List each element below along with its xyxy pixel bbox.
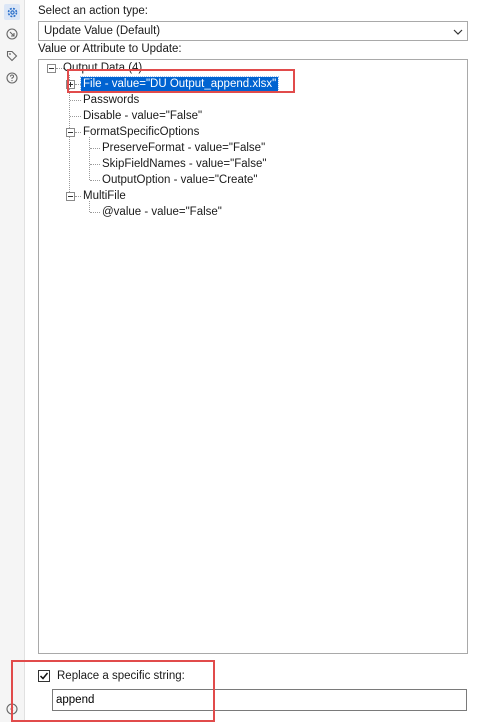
tree-node-skip-field-names[interactable]: SkipFieldNames - value="False"	[102, 157, 266, 171]
tree-line	[69, 75, 70, 200]
action-type-dropdown[interactable]: Update Value (Default)	[38, 21, 468, 41]
left-icon-rail	[0, 0, 25, 722]
tree-line	[70, 116, 81, 117]
tree-node-format-options[interactable]: FormatSpecificOptions	[83, 125, 199, 139]
replace-section-highlight	[11, 660, 215, 722]
arrow-circle-icon[interactable]	[4, 26, 20, 42]
tree-node-passwords[interactable]: Passwords	[83, 93, 139, 107]
tree-line	[90, 180, 100, 181]
tree-line	[90, 164, 100, 165]
gear-icon[interactable]	[4, 4, 20, 20]
attribute-tree[interactable]: Output Data (4) File - value="DU Output_…	[38, 59, 468, 654]
tree-line	[90, 148, 100, 149]
tree-line	[90, 212, 100, 213]
help-icon[interactable]	[4, 70, 20, 86]
tag-icon[interactable]	[4, 48, 20, 64]
file-node-highlight	[67, 69, 295, 93]
tree-line	[89, 137, 90, 180]
action-type-label: Select an action type:	[38, 5, 148, 17]
collapse-toggle[interactable]	[47, 64, 56, 73]
tree-node-multifile-value[interactable]: @value - value="False"	[102, 205, 222, 219]
chevron-down-icon	[453, 29, 463, 35]
collapse-toggle[interactable]	[66, 128, 75, 137]
tree-line	[70, 100, 81, 101]
tree-label: Value or Attribute to Update:	[38, 43, 182, 55]
tree-node-output-option[interactable]: OutputOption - value="Create"	[102, 173, 258, 187]
tree-line	[75, 132, 81, 133]
tree-node-multifile[interactable]: MultiFile	[83, 189, 126, 203]
collapse-toggle[interactable]	[66, 192, 75, 201]
action-type-value: Update Value (Default)	[44, 25, 161, 37]
tree-line	[75, 196, 81, 197]
tree-node-preserve-format[interactable]: PreserveFormat - value="False"	[102, 141, 265, 155]
tree-node-disable[interactable]: Disable - value="False"	[83, 109, 202, 123]
